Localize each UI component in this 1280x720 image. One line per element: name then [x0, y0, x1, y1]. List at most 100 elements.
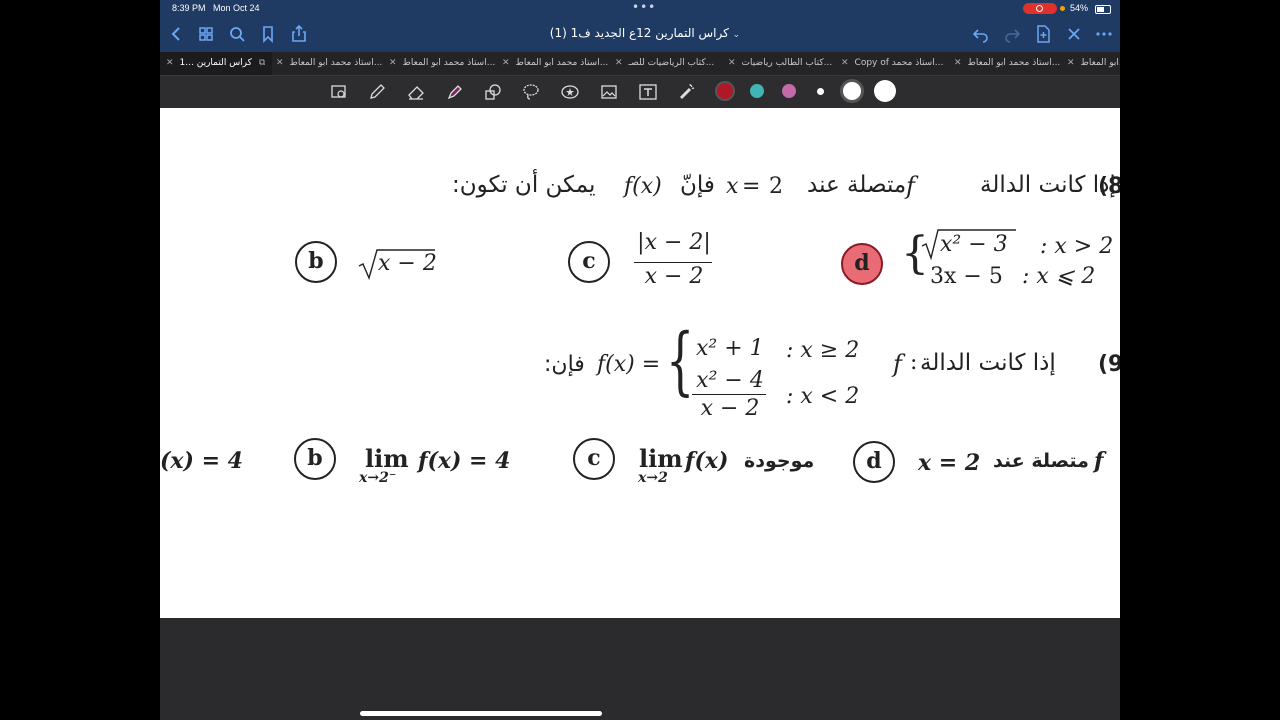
orientation-lock-icon: [1060, 6, 1065, 11]
tab-2[interactable]: ✕ استاذ محمد ابو المعاط...: [276, 52, 382, 75]
laser-pointer-icon[interactable]: [678, 83, 696, 101]
undo-icon[interactable]: [971, 24, 991, 44]
text-icon[interactable]: [639, 83, 657, 101]
close-tab-icon[interactable]: ✕: [615, 58, 623, 68]
multitask-dots-icon[interactable]: •••: [632, 0, 656, 14]
question-text: يمكن أن تكون:: [452, 172, 596, 198]
battery-percent: 54%: [1070, 3, 1089, 13]
home-indicator[interactable]: [360, 711, 602, 716]
piece-2-condition: : x < 2: [786, 384, 860, 409]
radicand: x − 2: [378, 251, 437, 276]
tab-1[interactable]: ✕ كراس التمارين ...1 ⧉: [160, 52, 272, 75]
piece-1-expression: x² − 3: [940, 232, 1008, 257]
piece-1-condition: : x ≥ 2: [786, 338, 860, 363]
stroke-size-medium[interactable]: [843, 82, 861, 100]
pen-icon[interactable]: [368, 83, 386, 101]
ipad-screen: 8:39 PM Mon Oct 24 ••• 54% كراس التمارين…: [160, 0, 1120, 720]
piece-1-expression: x² + 1: [696, 336, 764, 361]
choice-text: موجودة: [744, 450, 815, 472]
function-definition: f(x) =: [597, 352, 661, 377]
grid-view-icon[interactable]: [196, 24, 216, 44]
document-page[interactable]: (8 إذا كانت الدالة f متصلة عند 2 = x فإن…: [160, 108, 1120, 618]
tab-label: استاذ محمد ابو المعاط...: [967, 58, 1060, 68]
tab-7[interactable]: ✕ Copy of استاذ محمد...: [841, 52, 947, 75]
close-tab-icon[interactable]: ✕: [166, 58, 174, 68]
function-symbol: f: [906, 172, 915, 200]
image-icon[interactable]: [600, 83, 618, 101]
fraction-numerator: x² − 4: [696, 368, 764, 393]
choice-a-partial: (x) = 4: [160, 448, 243, 474]
choice-d-button[interactable]: d: [853, 441, 895, 483]
question-text: فإنّ: [680, 172, 715, 198]
tab-strip: ✕ كراس التمارين ...1 ⧉ ✕ استاذ محمد ابو ال…: [160, 52, 1120, 76]
tab-9[interactable]: ✕ ابو المعاط...: [1067, 52, 1120, 75]
piece-1-condition: : x > 2: [1040, 234, 1114, 259]
choice-d-button[interactable]: d: [841, 243, 883, 285]
tab-label: استاذ محمد ابو المعاط...: [289, 58, 382, 68]
sticker-icon[interactable]: [561, 83, 579, 101]
highlighter-icon[interactable]: [445, 83, 463, 101]
close-tab-icon[interactable]: ✕: [389, 58, 397, 68]
redo-icon[interactable]: [1002, 24, 1022, 44]
close-tab-icon[interactable]: ✕: [276, 58, 284, 68]
color-swatch-pink[interactable]: [782, 84, 796, 98]
close-tab-icon[interactable]: ✕: [502, 58, 510, 68]
eraser-icon[interactable]: [407, 83, 425, 101]
status-date: Mon Oct 24: [213, 3, 260, 13]
lasso-icon[interactable]: [522, 83, 540, 101]
colon: :: [910, 350, 918, 375]
choice-c-button[interactable]: c: [573, 438, 615, 480]
choice-b-button[interactable]: b: [295, 241, 337, 283]
stroke-size-small[interactable]: [817, 88, 824, 95]
tab-label: استاذ محمد ابو المعاط...: [402, 58, 495, 68]
annotation-toolbar: [160, 76, 1120, 108]
status-time: 8:39 PM: [172, 3, 206, 13]
back-chevron-icon[interactable]: [166, 24, 186, 44]
math-number: 2: [769, 174, 783, 199]
question-text: إذا كانت الدالة: [980, 172, 1116, 198]
search-icon[interactable]: [227, 24, 247, 44]
tab-8[interactable]: ✕ استاذ محمد ابو المعاط...: [954, 52, 1060, 75]
limit-subscript: x→2⁻: [359, 470, 397, 486]
shapes-icon[interactable]: [484, 83, 502, 101]
share-icon[interactable]: [289, 24, 309, 44]
piece-2-condition: : x ⩽ 2: [1022, 264, 1096, 289]
function-symbol: f: [893, 350, 902, 378]
more-icon[interactable]: [1094, 24, 1114, 44]
choice-text: متصلة عند: [993, 450, 1089, 472]
tab-6[interactable]: ✕ كتاب الطالب رياضيات...: [728, 52, 834, 75]
choice-b-button[interactable]: b: [294, 438, 336, 480]
battery-icon: [1095, 5, 1111, 14]
close-tab-icon[interactable]: ✕: [954, 58, 962, 68]
close-tab-icon[interactable]: ✕: [1067, 58, 1075, 68]
tab-label: Copy of استاذ محمد...: [854, 58, 944, 68]
limit-subscript: x→2: [638, 470, 668, 486]
fraction-denominator: x − 2: [644, 264, 704, 289]
tab-4[interactable]: ✕ استاذ محمد ابو المعاط...: [502, 52, 608, 75]
color-swatch-red[interactable]: [715, 81, 735, 101]
color-swatch-teal[interactable]: [750, 84, 764, 98]
bookmark-icon[interactable]: [258, 24, 278, 44]
add-page-icon[interactable]: [1033, 24, 1053, 44]
question-text: فإن:: [544, 352, 585, 377]
tab-5[interactable]: ✕ كتاب الرياضيات للصـ...: [615, 52, 721, 75]
screen-record-icon[interactable]: [1023, 3, 1057, 14]
limit-expression: f(x): [685, 448, 729, 474]
tab-label: كتاب الرياضيات للصـ...: [628, 58, 715, 68]
tab-3[interactable]: ✕ استاذ محمد ابو المعاط...: [389, 52, 495, 75]
lasso-select-icon[interactable]: [330, 83, 348, 101]
math-expression: f(x): [624, 174, 662, 199]
tab-label: استاذ محمد ابو المعاط...: [515, 58, 608, 68]
limit-symbol: lim: [365, 444, 409, 473]
fraction-denominator: x − 2: [700, 396, 760, 421]
limit-expression: f(x) = 4: [418, 448, 511, 474]
piece-2-expression: 3x − 5: [930, 264, 1003, 289]
close-tab-icon[interactable]: ✕: [728, 58, 736, 68]
split-view-icon[interactable]: ⧉: [259, 58, 265, 68]
document-title[interactable]: كراس التمارين 12ع الجديد ف1 (1) ⌄: [490, 26, 800, 40]
close-tab-icon[interactable]: ✕: [841, 58, 849, 68]
top-bar: 8:39 PM Mon Oct 24 ••• 54% كراس التمارين…: [160, 0, 1120, 52]
close-icon[interactable]: [1064, 24, 1084, 44]
stroke-size-large[interactable]: [874, 80, 896, 102]
choice-c-button[interactable]: c: [568, 241, 610, 283]
